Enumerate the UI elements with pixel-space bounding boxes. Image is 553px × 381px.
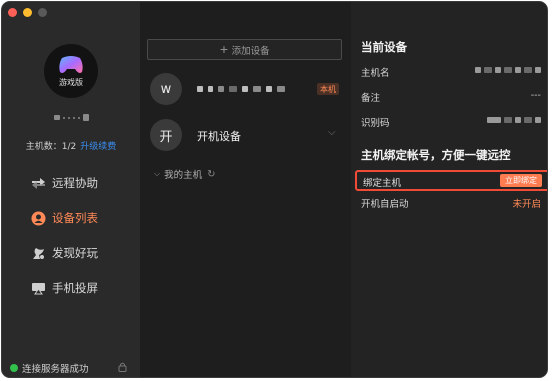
id-value-masked: [487, 117, 541, 123]
plus-icon: +: [219, 43, 229, 56]
sidebar-item-label: 发现好玩: [52, 246, 98, 260]
bind-now-button[interactable]: 立即绑定: [500, 174, 542, 187]
app-window: 游戏版 主机数：1/2 升级续费 远程协助 设备列表 发现好玩 手机投屏 连接服…: [1, 1, 548, 378]
note-value[interactable]: ---: [531, 90, 541, 101]
device-detail-panel: 当前设备 主机名 备注 --- 识别码 主机绑定帐号，方便一键远控 绑定主机 立…: [351, 2, 547, 377]
device-list-icon: [30, 210, 46, 226]
refresh-icon[interactable]: ↻: [207, 169, 215, 180]
sidebar-item-discover[interactable]: 发现好玩: [30, 244, 98, 262]
gamepad-logo-icon: [59, 55, 83, 73]
local-device-badge: 本机: [317, 83, 339, 95]
bind-host-row: 绑定主机 立即绑定: [355, 170, 547, 191]
device-avatar: 开: [150, 119, 182, 151]
note-label: 备注: [361, 93, 381, 104]
minimize-window-button[interactable]: [23, 8, 32, 17]
add-device-label: 添加设备: [231, 45, 270, 57]
connection-status: 连接服务器成功: [10, 361, 89, 375]
binding-title: 主机绑定帐号，方便一键远控: [361, 148, 511, 162]
id-row: 识别码: [361, 115, 541, 129]
sidebar: 游戏版 主机数：1/2 升级续费 远程协助 设备列表 发现好玩 手机投屏 连接服…: [2, 2, 140, 377]
device-item-local[interactable]: w 本机: [150, 73, 345, 105]
connection-status-text: 连接服务器成功: [22, 364, 89, 375]
current-device-title: 当前设备: [361, 40, 407, 54]
screen-cast-icon: [30, 280, 46, 296]
autostart-label: 开机自启动: [361, 199, 409, 210]
lock-icon[interactable]: [118, 362, 127, 375]
host-count: 主机数：1/2 升级续费: [2, 139, 140, 152]
add-device-button[interactable]: + 添加设备: [147, 39, 342, 60]
chevron-down-icon[interactable]: ⌵: [328, 127, 336, 138]
hostname-value-masked: [475, 67, 541, 73]
status-dot-icon: [10, 364, 18, 372]
sidebar-nav: 远程协助 设备列表 发现好玩 手机投屏: [30, 174, 98, 314]
window-controls: [8, 8, 47, 17]
sidebar-item-device-list[interactable]: 设备列表: [30, 209, 98, 227]
host-count-label: 主机数：1/2: [25, 142, 77, 152]
autostart-toggle[interactable]: 未开启: [512, 196, 541, 210]
my-hosts-group[interactable]: ⌵ 我的主机 ↻: [154, 167, 215, 182]
chevron-down-icon: ⌵: [154, 169, 161, 178]
hostname-label: 主机名: [361, 68, 390, 79]
remote-assist-icon: [30, 175, 46, 191]
id-label: 识别码: [361, 118, 390, 129]
device-list-panel: + 添加设备 w 本机 开 开机设备 ⌵ ⌵ 我的主机 ↻: [140, 2, 351, 377]
edition-label: 游戏版: [59, 77, 83, 87]
discover-icon: [30, 245, 46, 261]
device-name-masked: [197, 86, 285, 92]
upgrade-link[interactable]: 升级续费: [80, 142, 116, 152]
sidebar-item-screen-cast[interactable]: 手机投屏: [30, 279, 98, 297]
sidebar-item-label: 设备列表: [52, 211, 98, 225]
my-hosts-label: 我的主机: [164, 170, 203, 181]
bind-host-label: 绑定主机: [363, 178, 402, 189]
sidebar-item-label: 远程协助: [52, 176, 98, 190]
account-name-masked: [54, 114, 89, 121]
user-avatar[interactable]: 游戏版: [44, 44, 98, 98]
device-item-power-on[interactable]: 开 开机设备 ⌵: [150, 119, 345, 151]
device-avatar: w: [150, 73, 182, 105]
note-row: 备注 ---: [361, 90, 541, 104]
close-window-button[interactable]: [8, 8, 17, 17]
device-name: 开机设备: [197, 130, 241, 143]
sidebar-item-remote-assist[interactable]: 远程协助: [30, 174, 98, 192]
autostart-row: 开机自启动 未开启: [361, 196, 541, 210]
zoom-window-button[interactable]: [38, 8, 47, 17]
hostname-row: 主机名: [361, 65, 541, 79]
sidebar-item-label: 手机投屏: [52, 281, 98, 295]
